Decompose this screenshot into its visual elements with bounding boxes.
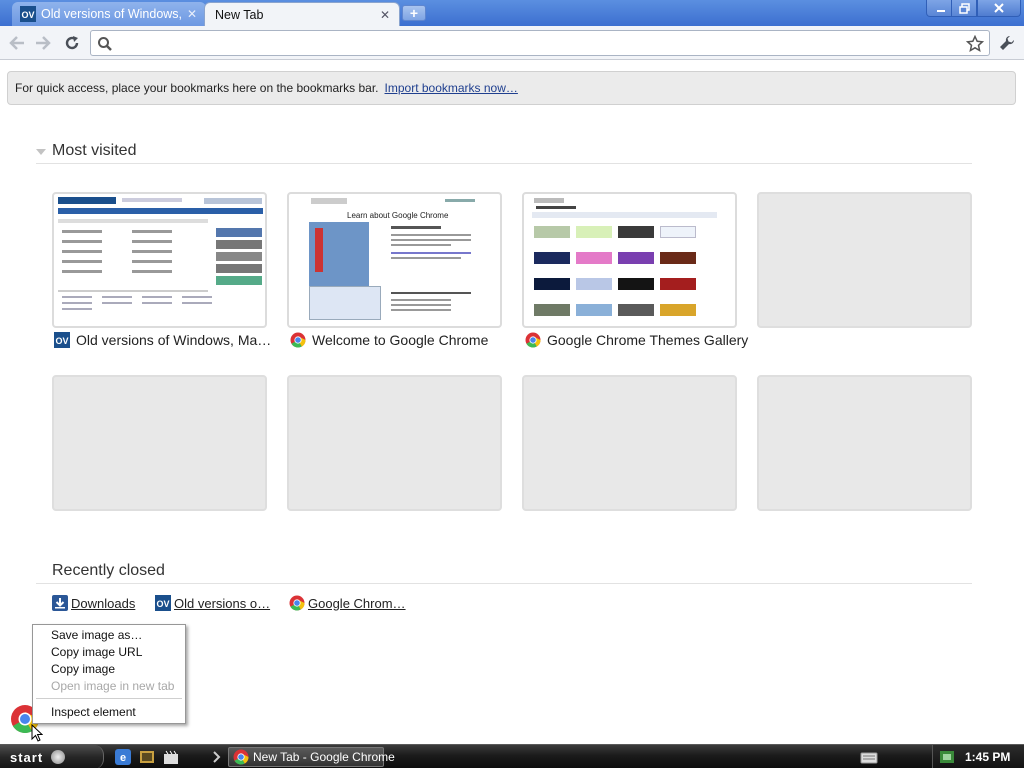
recently-closed-item-chrome[interactable]: Google Chrom… — [289, 594, 406, 612]
start-button[interactable]: start — [0, 745, 104, 768]
import-bookmarks-link[interactable]: Import bookmarks now… — [385, 81, 518, 95]
tile-title: Old versions of Windows, Ma… — [76, 332, 272, 348]
page-preview-oldversion — [54, 194, 265, 326]
recently-closed-item-old-versions[interactable]: OV Old versions o… — [155, 594, 270, 612]
tab-strip: OV Old versions of Windows, Mac, Linux ✕… — [0, 0, 1024, 26]
most-visited-caption-2[interactable]: Welcome to Google Chrome — [290, 331, 488, 349]
svg-text:e: e — [120, 752, 126, 764]
search-icon — [98, 37, 112, 51]
most-visited-tile-3[interactable] — [522, 192, 737, 328]
most-visited-tile-empty — [287, 375, 502, 511]
minimize-icon — [937, 10, 945, 12]
network-icon[interactable] — [939, 749, 955, 765]
download-icon — [52, 595, 68, 611]
close-icon — [994, 3, 1004, 13]
most-visited-tile-2[interactable]: Learn about Google Chrome — [287, 192, 502, 328]
taskbar: start e New Tab - Google Chrome 1:45 PM — [0, 744, 1024, 768]
most-visited-header[interactable]: Most visited — [36, 142, 972, 164]
recently-closed-label: Google Chrom… — [308, 595, 406, 611]
tab-close-icon[interactable]: ✕ — [379, 8, 391, 22]
back-button[interactable] — [6, 32, 28, 54]
ie-icon[interactable]: e — [114, 748, 132, 766]
star-icon — [966, 35, 984, 53]
ov-icon: OV — [20, 6, 36, 22]
recently-closed-label: Old versions o… — [174, 595, 271, 611]
start-orb-icon — [51, 750, 66, 764]
preview-heading: Learn about Google Chrome — [347, 211, 449, 220]
section-title: Recently closed — [52, 562, 165, 579]
clock[interactable]: 1:45 PM — [965, 750, 1010, 764]
page-preview-themes — [524, 194, 735, 326]
context-menu-copy-image-url[interactable]: Copy image URL — [33, 644, 185, 661]
omnibox[interactable] — [90, 30, 990, 56]
context-menu-separator — [36, 698, 182, 699]
toolbar — [0, 26, 1024, 60]
most-visited-tile-empty — [757, 192, 972, 328]
taskbar-button-chrome[interactable]: New Tab - Google Chrome — [228, 747, 395, 767]
system-tray: 1:45 PM — [932, 745, 1024, 768]
bookmark-star-button[interactable] — [965, 34, 985, 54]
tab-close-icon[interactable]: ✕ — [186, 7, 198, 21]
recently-closed-item-downloads[interactable]: Downloads — [52, 594, 135, 612]
recently-closed-header: Recently closed — [36, 562, 972, 584]
most-visited-tile-empty — [522, 375, 737, 511]
chrome-icon — [525, 332, 541, 348]
svg-text:OV: OV — [156, 599, 169, 609]
plus-icon: + — [409, 5, 419, 21]
tab-title: Old versions of Windows, Mac, Linux — [41, 7, 186, 21]
most-visited-tile-1[interactable] — [52, 192, 267, 328]
tile-title: Google Chrome Themes Gallery — [547, 332, 749, 348]
ov-icon: OV — [54, 332, 70, 348]
omnibox-input[interactable] — [119, 34, 959, 52]
tab-new-tab[interactable]: New Tab ✕ — [204, 2, 400, 26]
most-visited-tile-empty — [757, 375, 972, 511]
wrench-icon — [1000, 35, 1015, 50]
page-preview-welcome: Learn about Google Chrome — [289, 194, 500, 326]
bookmark-bar-message: For quick access, place your bookmarks h… — [15, 81, 379, 95]
wrench-menu-button[interactable] — [996, 32, 1018, 54]
chrome-icon — [233, 749, 249, 765]
context-menu-copy-image[interactable]: Copy image — [33, 661, 185, 678]
recently-closed-label: Downloads — [71, 595, 136, 611]
context-menu-inspect-element[interactable]: Inspect element — [33, 704, 185, 721]
most-visited-caption-3[interactable]: Google Chrome Themes Gallery — [525, 331, 748, 349]
tab-old-versions[interactable]: OV Old versions of Windows, Mac, Linux ✕ — [12, 2, 206, 26]
most-visited-caption-1[interactable]: OV Old versions of Windows, Ma… — [54, 331, 271, 349]
keyboard-icon[interactable] — [860, 749, 878, 765]
context-menu: Save image as… Copy image URL Copy image… — [32, 624, 186, 724]
forward-button[interactable] — [32, 32, 54, 54]
restore-icon — [958, 2, 970, 14]
tab-title: New Tab — [215, 7, 264, 22]
back-arrow-icon — [9, 36, 24, 50]
svg-text:OV: OV — [21, 10, 34, 20]
bookmark-bar: For quick access, place your bookmarks h… — [7, 71, 1016, 105]
media-player-icon[interactable] — [138, 748, 156, 766]
context-menu-open-image-new-tab: Open image in new tab — [51, 679, 175, 693]
ov-icon: OV — [155, 595, 171, 611]
chrome-icon — [289, 595, 305, 611]
reload-icon — [65, 36, 79, 50]
new-tab-button[interactable]: + — [402, 5, 426, 21]
chevron-right-icon[interactable] — [210, 749, 224, 765]
clapboard-icon[interactable] — [162, 748, 180, 766]
mouse-pointer-icon — [31, 724, 43, 742]
taskbar-button-label: New Tab - Google Chrome — [253, 750, 395, 764]
reload-button[interactable] — [61, 32, 83, 54]
restore-button[interactable] — [951, 0, 977, 17]
most-visited-tile-empty — [52, 375, 267, 511]
close-window-button[interactable] — [977, 0, 1021, 17]
tile-title: Welcome to Google Chrome — [312, 332, 489, 348]
collapse-triangle-icon[interactable] — [36, 149, 46, 155]
start-label: start — [10, 749, 44, 765]
section-title: Most visited — [52, 142, 137, 159]
context-menu-save-image[interactable]: Save image as… — [33, 627, 185, 644]
forward-arrow-icon — [36, 36, 51, 50]
svg-text:OV: OV — [55, 336, 68, 346]
chrome-icon — [290, 332, 306, 348]
